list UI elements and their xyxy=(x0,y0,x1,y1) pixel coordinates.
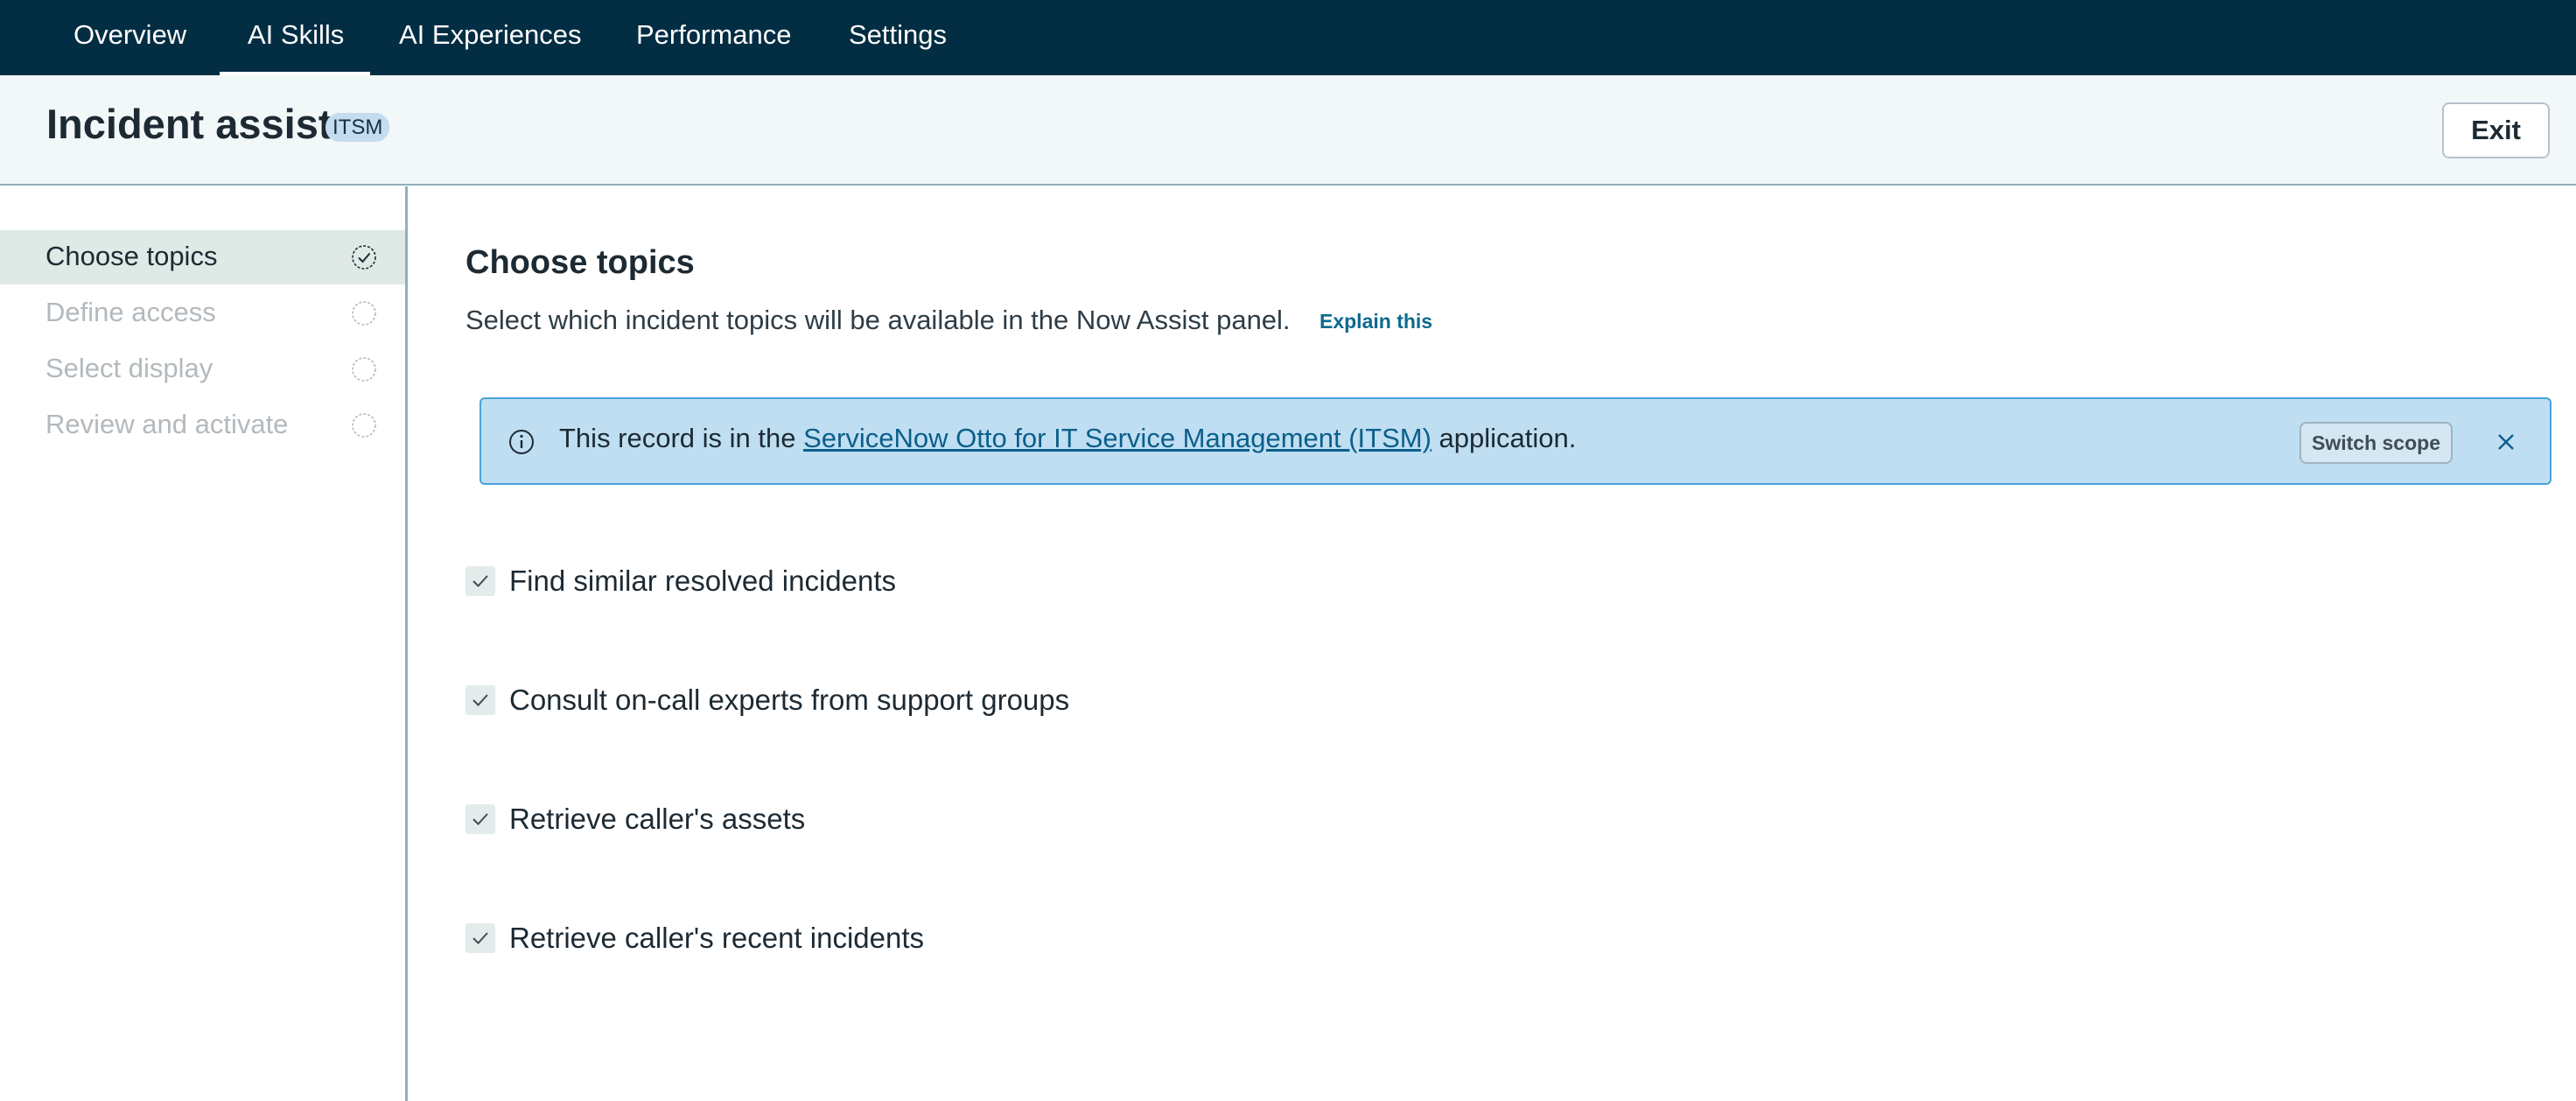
exit-button[interactable]: Exit xyxy=(2442,102,2550,158)
banner-text-after: application. xyxy=(1431,423,1577,453)
explain-this-link[interactable]: Explain this xyxy=(1320,310,1432,333)
checkmark-icon xyxy=(472,575,488,587)
top-navigation: Overview AI Skills AI Experiences Perfor… xyxy=(0,0,2576,75)
checkbox-label: Retrieve caller's recent incidents xyxy=(509,922,925,954)
page-header: Incident assist ITSM Exit xyxy=(0,75,2576,186)
application-link[interactable]: ServiceNow Otto for IT Service Managemen… xyxy=(803,423,1432,453)
step-review-and-activate[interactable]: Review and activate xyxy=(0,398,405,452)
checkbox[interactable] xyxy=(466,804,495,834)
scope-info-banner: This record is in the ServiceNow Otto fo… xyxy=(480,397,2552,485)
step-complete-icon xyxy=(352,245,376,270)
checkmark-icon xyxy=(472,813,488,825)
step-label: Select display xyxy=(46,353,214,383)
step-label: Choose topics xyxy=(46,241,218,271)
step-label: Define access xyxy=(46,297,216,327)
checkbox-label: Retrieve caller's assets xyxy=(509,803,806,835)
section-description: Select which incident topics will be ava… xyxy=(466,305,1291,335)
banner-message: This record is in the ServiceNow Otto fo… xyxy=(559,423,1576,454)
checkbox[interactable] xyxy=(466,566,495,596)
checkbox[interactable] xyxy=(466,685,495,715)
tab-performance[interactable]: Performance xyxy=(608,0,819,75)
switch-scope-button[interactable]: Switch scope xyxy=(2300,422,2453,464)
section-title: Choose topics xyxy=(466,244,695,281)
tab-overview[interactable]: Overview xyxy=(46,0,214,75)
checkbox-label: Consult on-call experts from support gro… xyxy=(509,684,1070,716)
page-title: Incident assist xyxy=(46,101,332,147)
checkmark-icon xyxy=(472,694,488,706)
checkbox-label: Find similar resolved incidents xyxy=(509,565,897,597)
step-pending-icon xyxy=(352,413,376,438)
step-sidebar: Choose topics Define access Select displ… xyxy=(0,186,408,1101)
checkbox[interactable] xyxy=(466,923,495,953)
tab-ai-experiences[interactable]: AI Experiences xyxy=(371,0,610,75)
info-icon xyxy=(509,430,534,454)
step-label: Review and activate xyxy=(46,409,289,439)
tab-settings[interactable]: Settings xyxy=(821,0,975,75)
step-select-display[interactable]: Select display xyxy=(0,342,405,396)
checkmark-icon xyxy=(472,932,488,944)
banner-text-before: This record is in the xyxy=(559,423,804,453)
step-pending-icon xyxy=(352,357,376,382)
tab-ai-skills[interactable]: AI Skills xyxy=(220,0,370,75)
scope-badge: ITSM xyxy=(326,113,390,142)
step-choose-topics[interactable]: Choose topics xyxy=(0,230,405,284)
step-define-access[interactable]: Define access xyxy=(0,286,405,340)
step-pending-icon xyxy=(352,301,376,326)
close-icon[interactable] xyxy=(2492,428,2520,456)
